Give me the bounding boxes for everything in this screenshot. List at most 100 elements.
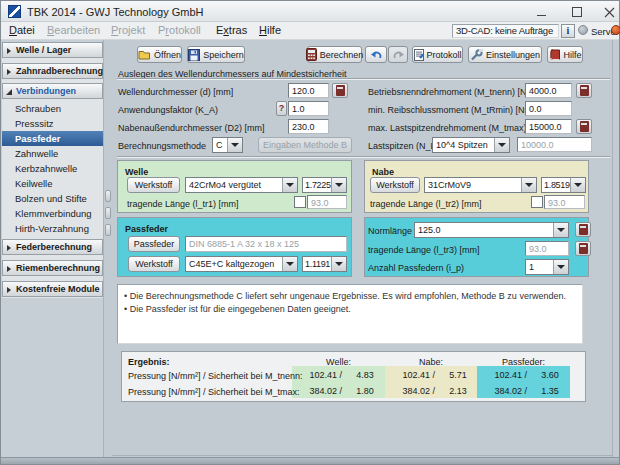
menu-protokoll[interactable]: Protokoll: [158, 22, 201, 40]
reibschlussmoment-label: min. Reibschlussmoment (M_tRmin) [Nm]: [368, 104, 535, 116]
sidebar-item-schrauben[interactable]: Schrauben: [2, 101, 103, 116]
chevron-right-icon: [7, 245, 11, 251]
chevron-down-icon: [6, 89, 12, 95]
result-cell: 384.02 /1.35: [477, 383, 570, 399]
passfeder-din-field: DIN 6885-1 A 32 x 18 x 125: [185, 236, 347, 252]
nabe-werkstoff-button[interactable]: Werkstoff: [370, 177, 420, 193]
sidebar-group-welle-lager[interactable]: Welle / Lager: [2, 42, 103, 58]
welle-laenge-checkbox[interactable]: [294, 196, 306, 208]
open-button[interactable]: Öffnen: [137, 46, 182, 63]
sidebar-group-verbindungen[interactable]: Verbindungen: [2, 83, 103, 99]
nabenaussendurchmesser-input[interactable]: 230.0: [288, 119, 329, 134]
result-cell: 384.02 /1.80: [292, 383, 385, 399]
window-title: TBK 2014 - GWJ Technology GmbH: [27, 6, 203, 18]
nabe-material-select[interactable]: 31CrMoV9: [424, 177, 537, 193]
lastspitzen-select[interactable]: 10^4 Spitzen: [432, 137, 510, 153]
berechnungsmethode-label: Berechnungsmethode: [118, 140, 206, 152]
close-button[interactable]: [601, 4, 617, 20]
nabe-material-number-select[interactable]: 1.8519: [541, 177, 586, 193]
nabenaussendurchmesser-label: Nabenaußendurchmesser (D2) [mm]: [118, 122, 265, 134]
menu-hilfe[interactable]: Hilfe: [259, 22, 281, 40]
betriebsnenndrehmoment-calc-button[interactable]: [576, 83, 592, 98]
sidebar-group-kostenfreie-module[interactable]: Kostenfreie Module: [2, 281, 103, 297]
sidebar-group-zahnradberechnung[interactable]: Zahnradberechnung: [2, 63, 103, 79]
normlaenge-select[interactable]: 125.0: [414, 222, 569, 238]
results-row2-label: Pressung [N/mm²] / Sicherheit bei M_tmax…: [128, 386, 300, 398]
nabe-laenge-label: tragende Länge (l_tr2) [mm]: [370, 198, 482, 210]
sidebar-item-bolzen-und-stifte[interactable]: Bolzen und Stifte: [2, 191, 103, 206]
sidebar-group-riemenberechnung[interactable]: Riemenberechnung: [2, 260, 103, 276]
berechnungsmethode-select[interactable]: C: [212, 137, 243, 153]
chevron-down-icon: [331, 178, 346, 192]
help-book-icon: [549, 49, 561, 61]
message-line: • Die Passfeder ist für die eingegebenen…: [124, 303, 576, 316]
calculate-button[interactable]: Berechnen: [307, 46, 362, 63]
sidebar-item-zahnwelle[interactable]: Zahnwelle: [2, 146, 103, 161]
chevron-down-icon: [553, 223, 568, 237]
menu-extras[interactable]: Extras: [216, 22, 247, 40]
passfeder-material-select[interactable]: C45E+C kaltgezogen: [185, 256, 298, 272]
passfeder-button[interactable]: Passfeder: [128, 236, 180, 252]
splitter-grip: [105, 207, 111, 219]
welle-material-number-select[interactable]: 1.7225: [302, 177, 347, 193]
settings-button[interactable]: Einstellungen: [468, 46, 542, 63]
help-button[interactable]: Hilfe: [547, 46, 583, 63]
server-led: [611, 25, 620, 35]
menu-datei[interactable]: Datei: [9, 22, 35, 40]
sidebar-item-hirth-verzahnung[interactable]: Hirth-Verzahnung: [2, 221, 103, 236]
sidebar-item-keilwelle[interactable]: Keilwelle: [2, 176, 103, 191]
protokoll-button[interactable]: Protokoll: [412, 46, 463, 63]
chevron-right-icon: [7, 69, 11, 75]
wellendurchmesser-calc-button[interactable]: [332, 83, 348, 98]
splitter-grip: [105, 190, 111, 202]
result-cell: 102.41 /4.83: [292, 367, 385, 383]
minimize-button[interactable]: [534, 4, 550, 20]
passfeder-laenge-calc-button[interactable]: [575, 241, 591, 256]
passfeder-laenge-label: tragende Länge (l_tr3) [mm]: [368, 244, 480, 256]
result-cell: 102.41 /3.60: [477, 367, 570, 383]
normlaenge-calc-button[interactable]: [575, 222, 591, 237]
info-button[interactable]: i: [561, 24, 575, 38]
eingaben-methode-b-button[interactable]: Eingaben Methode B: [258, 137, 352, 153]
nabe-laenge-checkbox[interactable]: [531, 196, 543, 208]
welle-material-select[interactable]: 42CrMo4 vergütet: [185, 177, 298, 193]
lastspitzen-count-input: 10000.0: [517, 137, 592, 152]
passfeder-material-number-select[interactable]: 1.1191: [302, 256, 347, 272]
calculator-icon: [306, 48, 317, 61]
sidebar-item-klemmverbindung[interactable]: Klemmverbindung: [2, 206, 103, 221]
lastspitzendrehmoment-label: max. Lastspitzendrehmoment (M_tmax) [Nm]: [368, 122, 548, 134]
welle-werkstoff-button[interactable]: Werkstoff: [127, 177, 180, 193]
chevron-down-icon: [282, 178, 297, 192]
menu-bearbeiten[interactable]: Bearbeiten: [47, 22, 100, 40]
cad-led: [578, 25, 588, 35]
status-bar: [1, 457, 619, 464]
undo-button[interactable]: [365, 46, 387, 63]
menu-projekt[interactable]: Projekt: [111, 22, 145, 40]
passfeder-title: Passfeder: [125, 223, 168, 235]
save-button[interactable]: Speichern: [187, 46, 245, 63]
result-cell: 384.02 /2.13: [385, 383, 477, 399]
anzahl-passfedern-label: Anzahl Passfedern (i_p): [368, 262, 464, 274]
anwendungsfaktor-help-button[interactable]: ?: [276, 101, 287, 116]
sidebar-item-presssitz[interactable]: Presssitz: [2, 116, 103, 131]
redo-button[interactable]: [388, 46, 408, 63]
app-icon: [8, 5, 21, 18]
nabe-laenge-input: 93.0: [544, 195, 585, 209]
sidebar-group-federberechnung[interactable]: Federberechnung: [2, 239, 103, 255]
maximize-button[interactable]: [569, 4, 585, 20]
passfeder-laenge-input: 93.0: [525, 241, 569, 256]
lastspitzendrehmoment-input[interactable]: 15000.0: [525, 119, 572, 134]
sidebar-splitter[interactable]: [105, 40, 112, 457]
title-bar: TBK 2014 - GWJ Technology GmbH: [1, 1, 619, 22]
reibschlussmoment-input[interactable]: 0.0: [525, 101, 572, 116]
sidebar-item-kerbzahnwelle[interactable]: Kerbzahnwelle: [2, 161, 103, 176]
results-row1-label: Pressung [N/mm²] / Sicherheit bei M_tnen…: [128, 370, 303, 382]
anzahl-passfedern-select[interactable]: 1: [525, 259, 569, 275]
menu-bar: Datei Bearbeiten Projekt Protokoll Extra…: [1, 22, 619, 40]
betriebsnenndrehmoment-input[interactable]: 4000.0: [525, 83, 572, 98]
sidebar-item-passfeder[interactable]: Passfeder: [2, 131, 103, 146]
wellendurchmesser-input[interactable]: 120.0: [288, 83, 329, 98]
anwendungsfaktor-input[interactable]: 1.0: [288, 101, 329, 116]
passfeder-werkstoff-button[interactable]: Werkstoff: [128, 256, 180, 272]
lastspitzendrehmoment-calc-button[interactable]: [576, 119, 592, 134]
